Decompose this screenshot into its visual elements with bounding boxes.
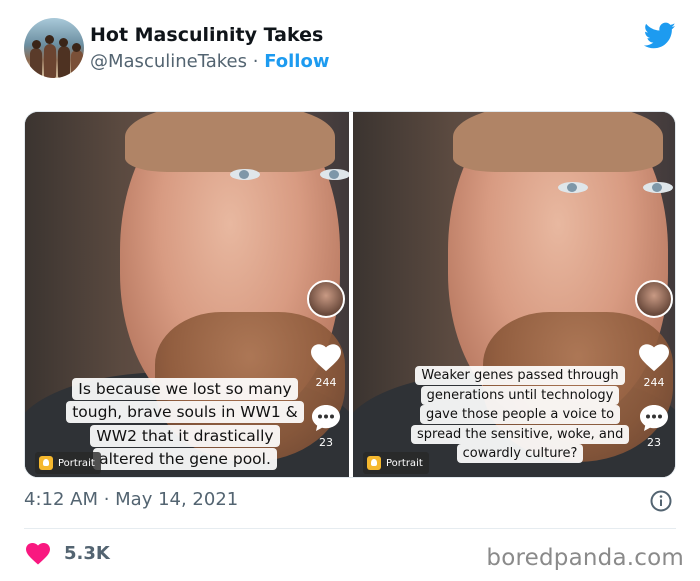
display-name[interactable]: Hot Masculinity Takes [90,24,323,46]
tweet-media[interactable]: 244 23 Is because we lost so many tough,… [24,111,676,478]
media-panel-right[interactable]: 244 23 Weaker genes passed through gener… [353,112,675,477]
tweet-timestamp[interactable]: 4:12 AM · May 14, 2021 [24,489,238,510]
video-comment-count: 23 [647,436,661,449]
profile-avatar[interactable] [24,18,84,78]
handle-row: @MasculineTakes · Follow [90,51,329,72]
video-caption: Is because we lost so many tough, brave … [65,378,305,471]
heart-icon[interactable] [639,344,669,372]
portrait-badge: Portrait [35,452,101,474]
like-count[interactable]: 5.3K [64,543,110,564]
video-like-count: 244 [315,376,337,389]
divider [24,528,676,529]
like-heart-icon[interactable] [26,543,50,565]
watermark: boredpanda.com [486,545,684,571]
comment-icon[interactable] [640,405,668,431]
tweet-card: Hot Masculinity Takes @MasculineTakes · … [0,0,700,581]
twitter-bird-icon[interactable] [644,22,676,50]
creator-avatar[interactable] [307,280,345,318]
user-handle[interactable]: @MasculineTakes [90,51,247,72]
video-caption: Weaker genes passed through generations … [411,366,630,464]
comment-icon[interactable] [312,405,340,431]
handle-separator: · [247,51,265,72]
tweet-header: Hot Masculinity Takes @MasculineTakes · … [24,18,676,80]
video-like-count: 244 [643,376,665,389]
info-icon[interactable] [650,490,672,512]
portrait-badge: Portrait [363,452,429,474]
creator-avatar[interactable] [635,280,673,318]
portrait-icon [367,456,381,470]
portrait-icon [39,456,53,470]
media-panel-left[interactable]: 244 23 Is because we lost so many tough,… [25,112,349,477]
follow-button[interactable]: Follow [264,51,329,72]
heart-icon[interactable] [311,344,341,372]
video-comment-count: 23 [319,436,333,449]
